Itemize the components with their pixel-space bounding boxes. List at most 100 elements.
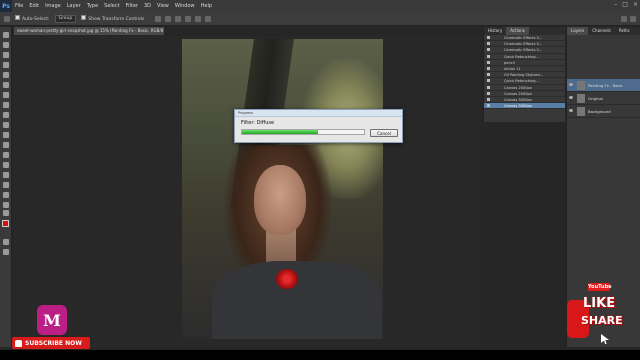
channel-logo: M: [37, 305, 67, 335]
menu-filter[interactable]: Filter: [123, 3, 141, 9]
tools-panel: [0, 27, 12, 347]
checkbox-icon: [81, 15, 87, 20]
auto-select-label: Auto-Select:: [22, 17, 50, 22]
toggle-checkbox-icon[interactable]: [487, 66, 490, 70]
toggle-checkbox-icon[interactable]: [487, 36, 490, 39]
tab-paths[interactable]: Paths: [615, 27, 634, 35]
menu-3d[interactable]: 3D: [141, 3, 154, 9]
layer-name: Painting Fx - Basic: [588, 83, 623, 88]
toggle-checkbox-icon[interactable]: [487, 54, 490, 58]
toggle-checkbox-icon[interactable]: [487, 79, 490, 83]
checkbox-icon: [15, 15, 20, 20]
toggle-checkbox-icon[interactable]: [487, 97, 490, 101]
path-select-tool-icon[interactable]: [3, 192, 9, 198]
progress-bar: [241, 129, 365, 135]
menu-edit[interactable]: Edit: [26, 3, 42, 9]
toggle-checkbox-icon[interactable]: [487, 85, 490, 89]
shape-tool-icon[interactable]: [3, 202, 9, 208]
action-label: Cinematic Effects V...: [504, 36, 543, 40]
layer-row[interactable]: Original: [567, 92, 640, 105]
eye-icon[interactable]: [569, 83, 573, 86]
hand-tool-icon[interactable]: [3, 210, 9, 216]
progress-bar-fill: [242, 130, 318, 134]
menu-help[interactable]: Help: [198, 3, 215, 9]
crop-tool-icon[interactable]: [3, 72, 9, 78]
action-label: Canvas 2000px: [504, 85, 532, 90]
workspace-buttons: [621, 15, 636, 22]
tab-layers[interactable]: Layers: [567, 27, 589, 35]
action-label: Cinematic Effects V...: [504, 42, 543, 47]
align-left-icon[interactable]: [185, 15, 192, 22]
maximize-icon[interactable]: □: [622, 1, 628, 8]
marquee-tool-icon[interactable]: [3, 42, 9, 48]
align-buttons: [155, 15, 212, 22]
lasso-tool-icon[interactable]: [3, 52, 9, 58]
toggle-checkbox-icon[interactable]: [487, 48, 490, 52]
auto-select-dropdown[interactable]: Group: [54, 14, 77, 23]
filter-label: Filter: Diffuse: [241, 120, 275, 126]
tab-channels[interactable]: Channels: [588, 27, 615, 35]
toggle-checkbox-icon[interactable]: [487, 42, 490, 46]
quick-mask-icon[interactable]: [3, 239, 9, 245]
menu-type[interactable]: Type: [84, 3, 101, 9]
layer-row[interactable]: Background: [567, 105, 640, 118]
toggle-checkbox-icon[interactable]: [487, 104, 490, 108]
workspace-icon[interactable]: [621, 15, 627, 22]
layer-thumbnail: [577, 107, 585, 116]
move-tool-icon[interactable]: [3, 32, 9, 38]
align-bottom-icon[interactable]: [175, 15, 182, 22]
search-icon[interactable]: [630, 15, 636, 22]
video-frame: Ps File Edit Image Layer Type Select Fil…: [0, 0, 640, 360]
layer-thumbnail: [577, 94, 585, 103]
layer-row[interactable]: Painting Fx - Basic: [567, 79, 640, 92]
eye-icon[interactable]: [569, 96, 573, 99]
align-top-icon[interactable]: [155, 15, 162, 22]
type-tool-icon[interactable]: [3, 182, 9, 188]
pen-tool-icon[interactable]: [3, 172, 9, 178]
action-label: Quick Retouching...: [504, 79, 539, 84]
gradient-tool-icon[interactable]: [3, 142, 9, 148]
menu-select[interactable]: Select: [101, 3, 122, 9]
eye-icon[interactable]: [569, 109, 573, 112]
tab-history[interactable]: History: [484, 27, 506, 35]
eraser-tool-icon[interactable]: [3, 132, 9, 138]
screen-mode-icon[interactable]: [3, 249, 9, 255]
subscribe-label: SUBSCRIBE NOW: [25, 339, 82, 347]
toggle-checkbox-icon[interactable]: [487, 60, 490, 64]
clone-stamp-tool-icon[interactable]: [3, 112, 9, 118]
auto-select-checkbox[interactable]: Auto-Select:: [15, 15, 50, 22]
canvas-image[interactable]: [182, 39, 383, 339]
move-tool-icon[interactable]: [4, 15, 10, 22]
quick-select-tool-icon[interactable]: [3, 62, 9, 68]
subscribe-banner[interactable]: SUBSCRIBE NOW: [12, 337, 90, 349]
history-brush-tool-icon[interactable]: [3, 122, 9, 128]
menu-layer[interactable]: Layer: [64, 3, 84, 9]
dodge-tool-icon[interactable]: [3, 162, 9, 168]
align-middle-icon[interactable]: [165, 15, 172, 22]
menu-view[interactable]: View: [154, 3, 172, 9]
eyedropper-tool-icon[interactable]: [3, 82, 9, 88]
brush-tool-icon[interactable]: [3, 102, 9, 108]
layer-name: Original: [588, 96, 603, 101]
foreground-color-swatch[interactable]: [2, 220, 9, 227]
toggle-checkbox-icon[interactable]: [487, 91, 490, 95]
blur-tool-icon[interactable]: [3, 152, 9, 158]
action-row[interactable]: Canvas 3500px: [484, 103, 565, 110]
minimize-icon[interactable]: –: [614, 1, 617, 8]
toggle-checkbox-icon[interactable]: [487, 73, 490, 77]
action-list: Cinematic Effects V... Cinematic Effects …: [484, 35, 565, 110]
cancel-button[interactable]: Cancel: [370, 129, 398, 137]
align-right-icon[interactable]: [205, 15, 212, 22]
document-tab[interactable]: sweet-woman-pretty-girl-snapshot.jpg @ 1…: [14, 27, 164, 35]
transform-controls-checkbox[interactable]: Show Transform Controls: [81, 15, 144, 22]
healing-brush-tool-icon[interactable]: [3, 92, 9, 98]
dialog-title: Progress: [235, 110, 402, 117]
close-icon[interactable]: ×: [633, 1, 638, 8]
align-center-icon[interactable]: [195, 15, 202, 22]
cursor-icon: [601, 334, 609, 344]
menu-image[interactable]: Image: [42, 3, 64, 9]
tab-actions[interactable]: Actions: [506, 27, 529, 35]
menu-window[interactable]: Window: [172, 3, 198, 9]
actions-panel-tabs: History Actions: [484, 27, 565, 35]
menu-file[interactable]: File: [12, 3, 26, 9]
